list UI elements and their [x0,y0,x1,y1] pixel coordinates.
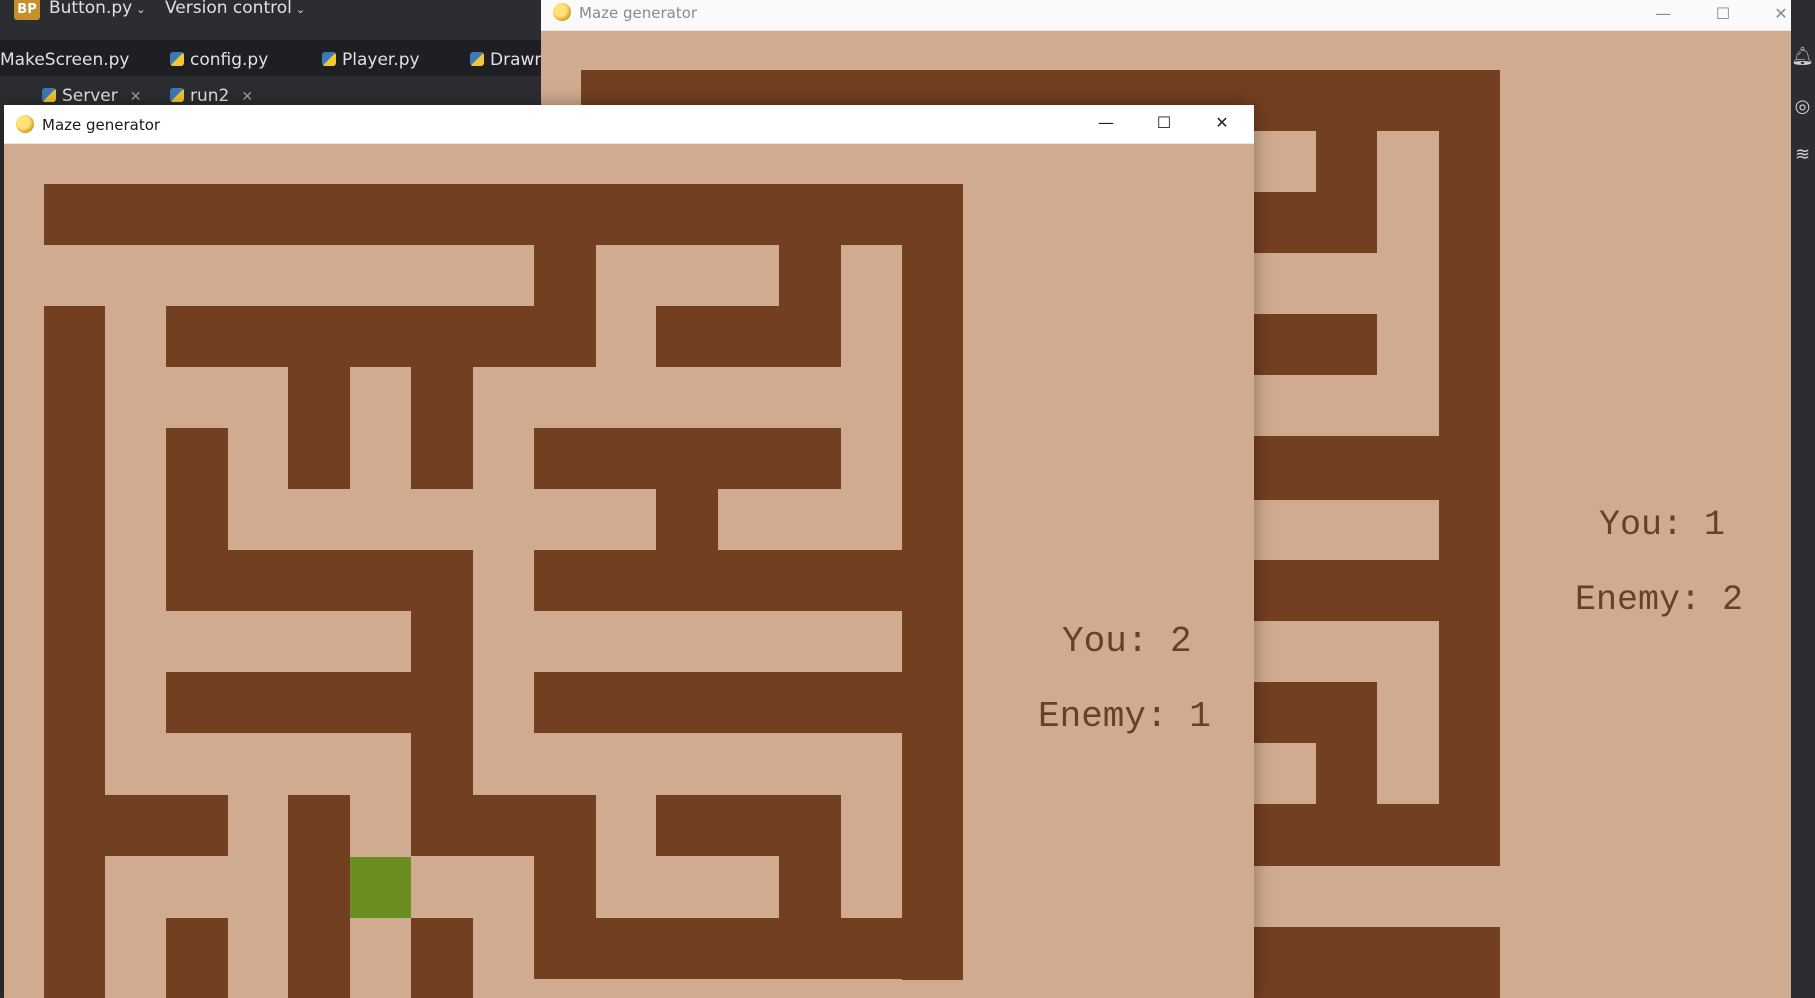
tab-label: Player.py [342,50,420,70]
maximize-button[interactable]: ☐ [1142,109,1186,137]
ai-assistant-icon[interactable]: ◎ [1790,96,1815,117]
run-tab-server[interactable]: Server ✕ [42,86,141,106]
maze-wall [288,795,350,998]
score-you: You: 2 [1062,621,1192,662]
notifications-icon[interactable]: 🔔︎ [1790,46,1815,67]
tab-player[interactable]: Player.py [322,50,420,70]
window-title: Maze generator [579,4,698,22]
tab-makescreen[interactable]: MakeScreen.py [0,50,129,70]
pygame-icon [16,115,34,133]
maze-wall [1439,70,1500,866]
tab-label: MakeScreen.py [0,50,130,70]
maze-wall [166,672,473,733]
score-enemy: Enemy: 2 [1575,580,1744,620]
maze-wall [105,795,228,856]
maze-wall [166,918,228,998]
maze-wall [1316,682,1377,804]
project-name: Button.py [49,0,133,18]
maze-wall [534,428,841,489]
close-icon[interactable]: ✕ [130,89,142,105]
maze-wall [166,306,596,367]
python-file-icon [470,52,484,66]
run-tab-label: run2 [190,86,230,106]
maze-wall [411,918,473,998]
python-run-icon [42,88,56,102]
maximize-button[interactable]: ☐ [1701,0,1745,28]
ide-right-toolbar: 🔔︎ ◎ ≋ [1790,30,1815,998]
python-file-icon [322,52,336,66]
maze-wall [44,184,963,245]
chevron-down-icon: ⌄ [136,3,146,16]
maze-wall [288,367,350,489]
tab-drawn[interactable]: Drawn [470,50,545,70]
player-marker [350,857,411,918]
window-title: Maze generator [42,116,161,134]
pygame-icon [553,3,571,21]
score-you: You: 1 [1599,505,1726,545]
score-enemy: Enemy: 1 [1038,696,1211,737]
python-file-icon [170,52,184,66]
python-run-icon [170,88,184,102]
run-tab-run2[interactable]: run2 ✕ [170,86,253,106]
title-bar: Maze generator — ☐ ✕ [541,0,1791,31]
tab-label: config.py [190,50,269,70]
maze-wall [411,367,473,489]
tab-label: Drawn [490,50,546,70]
close-button[interactable]: ✕ [1200,109,1244,137]
tab-config[interactable]: config.py [170,50,268,70]
vcs-label: Version control [165,0,292,18]
vcs-menu[interactable]: Version control ⌄ [165,0,305,18]
title-bar: Maze generator — ☐ ✕ [4,105,1254,144]
close-icon[interactable]: ✕ [241,89,253,105]
project-menu[interactable]: Button.py ⌄ [49,0,145,18]
maze-wall [656,489,718,550]
maze-wall [902,184,963,980]
database-icon[interactable]: ≋ [1790,144,1815,165]
maze-window-front: Maze generator — ☐ ✕ You: 2 Enemy: 1 [4,105,1254,998]
maze-wall [534,672,902,733]
maze-wall [779,795,841,918]
maze-wall [656,306,841,367]
maze-wall [534,550,902,611]
chevron-down-icon: ⌄ [295,3,306,16]
minimize-button[interactable]: — [1641,0,1685,28]
run-tab-label: Server [62,86,118,106]
project-badge[interactable]: BP [14,0,40,20]
maze-wall [44,306,105,998]
minimize-button[interactable]: — [1084,109,1128,137]
maze-wall [534,918,962,979]
close-button[interactable]: ✕ [1759,0,1791,28]
